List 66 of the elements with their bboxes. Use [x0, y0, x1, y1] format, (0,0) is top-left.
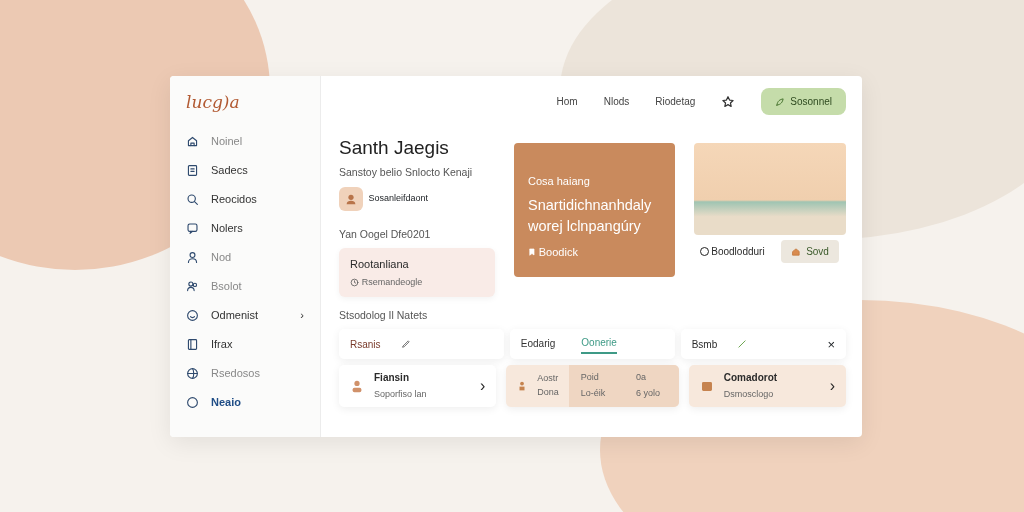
smile-icon: [186, 308, 199, 322]
sidebar-item[interactable]: Ifrax: [186, 329, 304, 359]
sidebar-item[interactable]: Nod: [186, 242, 304, 272]
primary-button[interactable]: Sosonnel: [761, 88, 846, 115]
sidebar-item[interactable]: Odmenist ›: [186, 300, 304, 330]
schedule-label: Yan Oogel Dfe0201: [339, 227, 432, 243]
document-icon: [186, 163, 199, 177]
house-icon: [186, 134, 199, 148]
chevron-icon: ›: [829, 373, 835, 398]
app-logo: lucg)a: [186, 91, 241, 114]
bookmark-icon: [528, 247, 536, 256]
card-meta: Dsmosclogo: [723, 387, 775, 401]
card-text: 0a: [636, 371, 647, 385]
card-text: Aostr: [537, 372, 559, 386]
chat-icon: [186, 221, 199, 235]
card-meta: Soporfiso lan: [374, 387, 427, 401]
filter-label: Bsmb: [691, 337, 718, 352]
nav-link[interactable]: Hom: [556, 94, 578, 109]
feature-headline: Snartidichnanhdaly worej lclnpangúry: [528, 195, 653, 237]
card-title: Rootanliana: [350, 257, 410, 273]
card-title: Comadorot: [723, 371, 778, 386]
card-text: Poid: [580, 371, 600, 385]
tab[interactable]: Eodarig: [520, 335, 556, 353]
nav-link[interactable]: Riodetag: [655, 94, 696, 109]
book-icon: [186, 337, 199, 351]
card-text: Lo-éik: [580, 386, 607, 400]
sidebar-item[interactable]: Reocidos: [186, 184, 304, 214]
card-title: Fiansin: [374, 371, 410, 386]
close-button[interactable]: ×: [827, 334, 835, 355]
check-icon: [737, 339, 748, 350]
sidebar-item[interactable]: Neaio: [186, 387, 304, 417]
save-button[interactable]: Sovd: [781, 240, 839, 263]
section-title: Stsodolog Il Natets: [339, 308, 429, 324]
list-card[interactable]: Aostr Dona Poid 0a Lo-éik 6 yolo: [506, 364, 679, 407]
user-icon: [186, 250, 199, 264]
feature-footer: Boodick: [538, 243, 578, 260]
tab[interactable]: Oonerie: [581, 334, 617, 354]
clock-icon: [350, 277, 359, 287]
circle-icon: [186, 395, 199, 409]
list-card[interactable]: Fiansin Soporfiso lan ›: [339, 364, 497, 407]
sidebar-item[interactable]: Sadecs: [186, 155, 304, 185]
sidebar-item[interactable]: Noinel: [186, 126, 304, 156]
card-text: 6 yolo: [636, 386, 662, 400]
feature-eyebrow: Cosa haiang: [528, 173, 591, 189]
sidebar-item[interactable]: Rsedosos: [186, 358, 304, 388]
subtitle: Sanstoy belio Snlocto Kenaji: [339, 165, 474, 181]
profile-name: Sosanleifdaont: [368, 191, 429, 205]
filter-label: Rsanis: [350, 337, 381, 352]
pencil-icon: [400, 339, 411, 350]
sidebar-item[interactable]: Nolers: [186, 213, 304, 243]
house-icon: [791, 246, 802, 257]
radio-option[interactable]: Boodlodduri: [699, 244, 765, 259]
star-icon[interactable]: [721, 94, 736, 109]
card-meta: Rsemandeogle: [361, 275, 423, 289]
nav-link[interactable]: Nlods: [603, 94, 630, 109]
chevron-icon: ›: [479, 373, 486, 398]
leaf-icon: [775, 96, 786, 107]
card-text: Dona: [537, 385, 559, 399]
page-title: Santh Jaegis: [339, 137, 450, 160]
globe-icon: [186, 366, 199, 380]
chevron-icon: ›: [300, 306, 304, 324]
users-icon: [186, 279, 199, 293]
search-icon: [186, 192, 199, 206]
sidebar-item[interactable]: Bsolot: [186, 271, 304, 301]
list-card[interactable]: Comadorot Dsmosclogo ›: [688, 364, 846, 407]
schedule-card[interactable]: Rootanliana Rsemandeogle: [339, 248, 495, 298]
